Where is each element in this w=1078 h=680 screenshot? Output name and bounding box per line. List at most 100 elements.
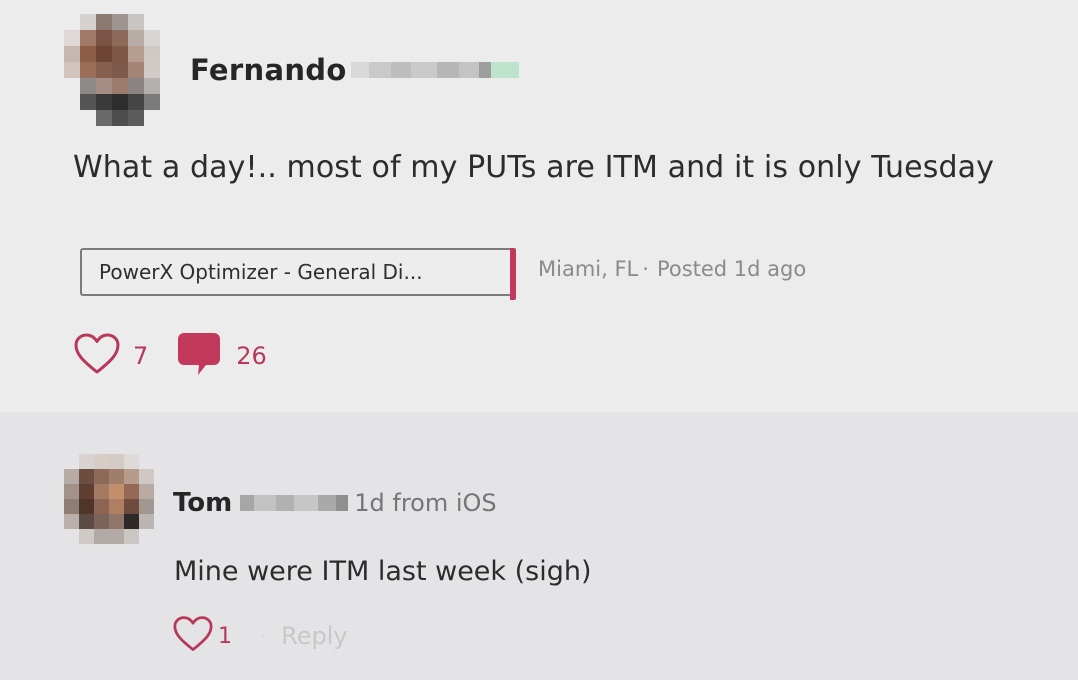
- group-tag-button[interactable]: PowerX Optimizer - General Di...: [80, 248, 516, 300]
- avatar-pixel: [80, 14, 96, 30]
- comment-header: Tom 1d from iOS: [173, 486, 497, 520]
- avatar-pixel: [139, 529, 154, 544]
- avatar-pixel: [96, 30, 112, 46]
- heart-outline-icon[interactable]: [172, 615, 214, 657]
- avatar-pixel: [80, 46, 96, 62]
- avatar-pixel: [64, 62, 80, 78]
- avatar-pixel: [79, 529, 94, 544]
- avatar-pixel: [94, 499, 109, 514]
- avatar-pixel: [109, 484, 124, 499]
- group-tag-label: PowerX Optimizer - General Di...: [99, 260, 423, 284]
- avatar-pixel: [64, 529, 79, 544]
- avatar-pixel: [109, 469, 124, 484]
- avatar-pixel: [124, 484, 139, 499]
- comment-author-name[interactable]: Tom: [173, 488, 232, 518]
- avatar-pixel: [80, 30, 96, 46]
- avatar-pixel: [64, 514, 79, 529]
- avatar-pixel: [144, 110, 160, 126]
- avatar-pixel: [96, 62, 112, 78]
- avatar-pixel: [112, 14, 128, 30]
- comment-like-count[interactable]: 1: [218, 624, 232, 649]
- avatar-pixel: [64, 46, 80, 62]
- avatar-pixel: [94, 454, 109, 469]
- post-location: Miami, FL: [538, 257, 639, 281]
- comment-author-avatar[interactable]: [64, 454, 154, 544]
- avatar-pixel: [128, 78, 144, 94]
- avatar-pixel: [144, 46, 160, 62]
- group-tag-accent: [510, 248, 516, 300]
- reply-button[interactable]: Reply: [281, 622, 347, 650]
- comment-actions: 1 · Reply: [172, 616, 348, 656]
- avatar-pixel: [144, 30, 160, 46]
- avatar-pixel: [64, 110, 80, 126]
- avatar-pixel: [64, 499, 79, 514]
- avatar-pixel: [80, 78, 96, 94]
- post-meta: Miami, FL · Posted 1d ago: [538, 257, 806, 281]
- post-author-line: Fernando: [190, 50, 519, 90]
- avatar-pixel: [160, 62, 176, 78]
- avatar-pixel: [128, 62, 144, 78]
- avatar-pixel: [128, 30, 144, 46]
- avatar-pixel: [124, 499, 139, 514]
- redacted-surname: [240, 495, 349, 511]
- avatar-pixel: [96, 94, 112, 110]
- avatar-pixel: [64, 30, 80, 46]
- avatar-pixel: [94, 514, 109, 529]
- avatar-pixel: [79, 454, 94, 469]
- avatar-pixel: [112, 62, 128, 78]
- post-author-name[interactable]: Fernando: [190, 53, 347, 87]
- avatar-pixel: [79, 484, 94, 499]
- comment-time: 1d from iOS: [354, 489, 497, 517]
- post-time: Posted 1d ago: [656, 257, 807, 281]
- avatar-pixel: [109, 454, 124, 469]
- avatar-pixel: [64, 484, 79, 499]
- avatar-pixel: [94, 484, 109, 499]
- avatar-pixel: [112, 30, 128, 46]
- avatar-pixel: [160, 94, 176, 110]
- avatar-pixel: [64, 14, 80, 30]
- avatar-pixel: [109, 514, 124, 529]
- avatar-pixel: [112, 78, 128, 94]
- avatar-pixel: [160, 30, 176, 46]
- redacted-surname: [350, 62, 519, 78]
- speech-bubble-icon[interactable]: [176, 331, 222, 381]
- avatar-pixel: [79, 499, 94, 514]
- avatar-pixel: [79, 469, 94, 484]
- avatar-pixel: [124, 469, 139, 484]
- avatar-pixel: [124, 514, 139, 529]
- post-author-avatar[interactable]: [64, 14, 176, 126]
- avatar-pixel: [124, 529, 139, 544]
- avatar-pixel: [144, 62, 160, 78]
- avatar-pixel: [139, 484, 154, 499]
- post-card: Fernando What a day!.. most of my PUTs a…: [0, 0, 1078, 412]
- avatar-pixel: [139, 469, 154, 484]
- avatar-pixel: [94, 529, 109, 544]
- avatar-pixel: [160, 110, 176, 126]
- avatar-pixel: [128, 46, 144, 62]
- avatar-pixel: [96, 46, 112, 62]
- comment-text: Mine were ITM last week (sigh): [174, 556, 592, 587]
- meta-separator: ·: [642, 257, 649, 281]
- avatar-pixel: [96, 14, 112, 30]
- avatar-pixel: [64, 469, 79, 484]
- avatar-pixel: [79, 514, 94, 529]
- avatar-pixel: [124, 454, 139, 469]
- comment-count[interactable]: 26: [236, 342, 267, 370]
- heart-outline-icon[interactable]: [73, 332, 121, 380]
- avatar-pixel: [160, 78, 176, 94]
- avatar-pixel: [112, 46, 128, 62]
- avatar-pixel: [96, 110, 112, 126]
- avatar-pixel: [144, 78, 160, 94]
- avatar-pixel: [112, 94, 128, 110]
- post-text: What a day!.. most of my PUTs are ITM an…: [73, 150, 994, 185]
- avatar-pixel: [80, 110, 96, 126]
- avatar-pixel: [160, 46, 176, 62]
- avatar-pixel: [80, 62, 96, 78]
- comments-section: Tom 1d from iOS Mine were ITM last week …: [0, 412, 1078, 680]
- avatar-pixel: [64, 94, 80, 110]
- like-count[interactable]: 7: [133, 342, 148, 370]
- avatar-pixel: [64, 454, 79, 469]
- avatar-pixel: [160, 14, 176, 30]
- post-actions: 7 26: [73, 333, 267, 379]
- avatar-pixel: [139, 454, 154, 469]
